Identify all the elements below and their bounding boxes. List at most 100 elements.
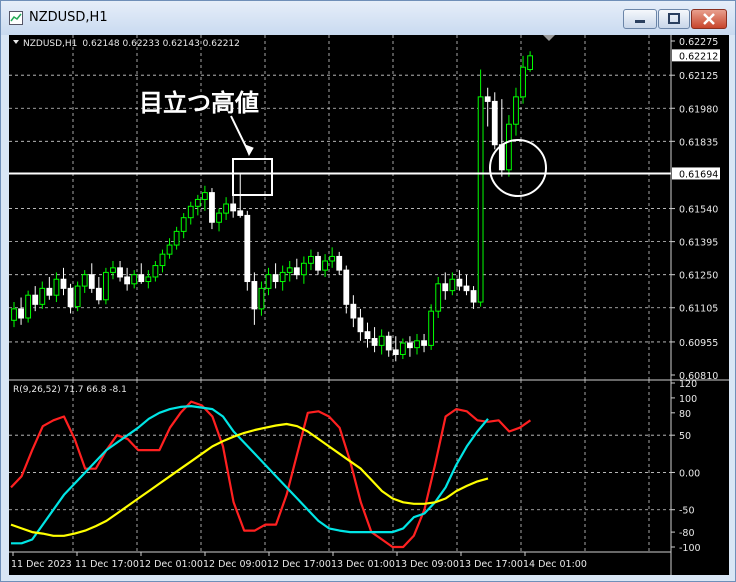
candle-bear: [117, 267, 123, 278]
candle-bear: [18, 308, 24, 319]
candle-bull: [53, 278, 60, 296]
candle-bear: [251, 281, 258, 310]
candle-bull: [74, 285, 81, 308]
candle-bear: [60, 278, 67, 289]
price-tick-label: 0.61105: [679, 304, 718, 315]
candle-bear: [392, 349, 399, 355]
candle-bull: [39, 287, 46, 305]
time-tick-label: 13 Dec 17:00: [459, 559, 523, 570]
candle-bull: [399, 342, 406, 355]
candle-bull: [513, 96, 519, 125]
candle-bull: [194, 198, 201, 207]
candle-bull: [216, 212, 222, 223]
candle-bear: [138, 274, 145, 283]
time-tick-label: 12 Dec 17:00: [267, 559, 331, 570]
candle-bull: [527, 55, 534, 70]
highlight-box: [232, 158, 273, 196]
close-icon: [703, 13, 715, 25]
candle-bear: [470, 290, 477, 303]
candle-bear: [95, 287, 102, 301]
candle-bull: [180, 217, 187, 232]
candle-bull: [152, 265, 159, 278]
candle-bear: [272, 274, 279, 283]
candle-bull: [414, 340, 420, 349]
indicator-tick-label: -80: [679, 528, 695, 539]
indicator-header: R(9,26,52) 71.7 66.8 -8.1: [13, 385, 127, 395]
chart-ohlc: 0.62148 0.62233 0.62143 0.62212: [82, 39, 239, 49]
terminal-window: NZDUSD,H1 0.61694 0.62212 目立つ高値 NZDUSD,H1 0.…: [0, 0, 736, 582]
chart-area[interactable]: 0.61694 0.62212 目立つ高値 NZDUSD,H1 0.62148 0.62…: [9, 35, 729, 575]
indicator-series-line-2: [11, 405, 489, 545]
candle-bull: [258, 287, 265, 310]
candle-bull: [187, 205, 194, 219]
close-button[interactable]: [691, 9, 727, 29]
chart-shift-marker-icon: [543, 35, 555, 41]
candle-bull: [223, 203, 229, 214]
price-tick-label: 0.61835: [679, 137, 718, 148]
candle-bear: [407, 342, 413, 349]
candle-bull: [173, 230, 180, 246]
candle-bear: [463, 285, 470, 292]
candle-bear: [491, 100, 498, 146]
minimize-icon: [635, 20, 645, 23]
annotation-text: 目立つ高値: [139, 89, 259, 117]
candle-bull: [322, 260, 328, 271]
time-tick-label: 11 Dec 2023: [11, 559, 72, 570]
price-tick-label: 0.62125: [679, 71, 718, 82]
candle-bear: [343, 269, 350, 305]
indicator-tick-label: 80: [679, 409, 691, 420]
candle-bear: [442, 283, 449, 292]
price-chart[interactable]: 0.61694 0.62212 目立つ高値 NZDUSD,H1 0.62148 0.62…: [9, 35, 729, 575]
price-tick-label: 0.62275: [679, 37, 718, 48]
time-tick-label: 11 Dec 17:00: [75, 559, 139, 570]
title-bar[interactable]: NZDUSD,H1: [1, 1, 735, 35]
dropdown-triangle-icon: [13, 40, 19, 44]
candle-bear: [364, 331, 371, 340]
candle-bull: [131, 274, 138, 285]
indicator-tick-label: 50: [679, 431, 691, 442]
time-tick-label: 14 Dec 01:00: [523, 559, 587, 570]
arrow-head-icon: [244, 144, 254, 157]
maximize-button[interactable]: [658, 9, 690, 29]
candle-bear: [484, 96, 491, 102]
candle-bear: [350, 303, 357, 319]
minimize-button[interactable]: [623, 9, 657, 29]
candle-bull: [201, 192, 208, 200]
price-tick-label: 0.60955: [679, 338, 718, 349]
indicator-tick-label: 120: [679, 379, 697, 390]
time-tick-label: 12 Dec 09:00: [203, 559, 267, 570]
candle-bear: [357, 317, 364, 333]
candle-bull: [25, 294, 32, 319]
chart-symbol: NZDUSD,H1: [23, 39, 77, 49]
time-tick-label: 13 Dec 01:00: [331, 559, 395, 570]
candle-bear: [237, 210, 244, 216]
time-tick-label: 12 Dec 01:00: [139, 559, 203, 570]
candle-bear: [244, 214, 251, 283]
candle-bull: [286, 267, 293, 273]
chart-header: NZDUSD,H1 0.62148 0.62233 0.62143 0.62212: [23, 39, 240, 49]
price-tick-label: 0.61395: [679, 238, 718, 249]
candle-bull: [279, 271, 286, 283]
candle-bull: [428, 310, 435, 346]
candle-bull: [449, 278, 456, 292]
candle-bull: [435, 283, 442, 312]
current-price-label: 0.62212: [679, 51, 718, 62]
candle-bull: [300, 262, 307, 276]
window-title: NZDUSD,H1: [29, 10, 108, 25]
price-tick-label: 0.61540: [679, 205, 718, 216]
candle-bull: [145, 276, 152, 283]
candle-bull: [81, 274, 88, 287]
indicator-tick-label: 0.00: [679, 468, 700, 479]
maximize-icon: [668, 13, 680, 24]
candle-bear: [230, 203, 237, 212]
candle-bear: [315, 255, 321, 271]
candle-bull: [166, 244, 173, 255]
candle-bear: [456, 278, 463, 287]
candle-bear: [371, 338, 378, 346]
indicator-tick-label: -50: [679, 506, 695, 517]
candle-bear: [124, 276, 131, 285]
indicator-tick-label: -100: [679, 543, 701, 554]
candle-bull: [103, 271, 109, 301]
candle-bull: [110, 267, 116, 273]
candle-bear: [209, 192, 215, 223]
